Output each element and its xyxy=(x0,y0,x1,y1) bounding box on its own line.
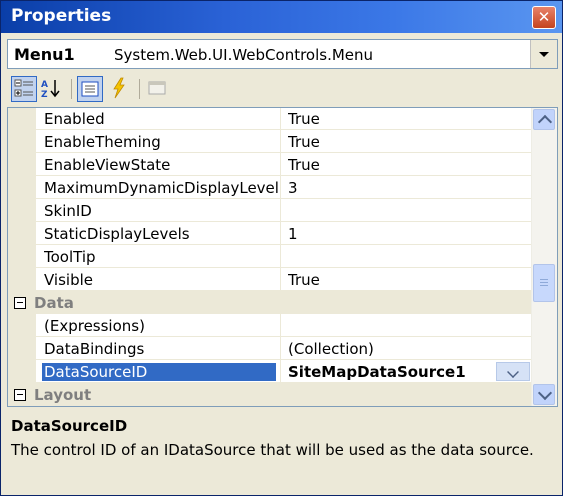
column-divider[interactable] xyxy=(280,360,281,383)
close-icon: ✕ xyxy=(537,8,551,26)
property-row[interactable]: (Expressions) xyxy=(8,314,532,337)
chevron-down-icon xyxy=(537,385,553,401)
categorized-button[interactable] xyxy=(11,76,37,102)
property-value[interactable]: SiteMapDataSource1 xyxy=(288,363,498,381)
properties-button[interactable] xyxy=(77,76,103,102)
properties-icon xyxy=(81,81,99,97)
property-value[interactable]: 1 xyxy=(288,225,498,243)
property-name: Visible xyxy=(44,271,93,289)
property-pages-button[interactable] xyxy=(145,76,171,102)
property-value[interactable]: 3 xyxy=(288,179,498,197)
property-value[interactable]: True xyxy=(288,271,498,289)
property-name: DataBindings xyxy=(44,340,145,358)
column-divider[interactable] xyxy=(280,176,281,199)
row-gutter xyxy=(8,222,36,245)
row-gutter xyxy=(8,245,36,268)
property-name: ToolTip xyxy=(44,248,96,266)
lightning-events-icon xyxy=(113,77,125,99)
category-label: Layout xyxy=(34,386,92,404)
row-gutter xyxy=(8,108,36,130)
title-bar[interactable]: Properties ✕ xyxy=(1,1,562,33)
property-row[interactable]: Enabled True xyxy=(8,108,532,130)
property-row[interactable]: EnableViewState True xyxy=(8,153,532,176)
properties-window: Properties ✕ Menu1 System.Web.UI.WebCont… xyxy=(0,0,563,496)
vertical-scrollbar[interactable] xyxy=(531,108,557,406)
object-type: System.Web.UI.WebControls.Menu xyxy=(114,46,374,64)
categorized-icon xyxy=(14,79,33,97)
property-row[interactable]: SkinID xyxy=(8,199,532,222)
collapse-icon[interactable] xyxy=(14,297,26,309)
column-divider[interactable] xyxy=(280,222,281,245)
scroll-down-button[interactable] xyxy=(533,384,555,405)
scroll-up-button[interactable] xyxy=(533,109,555,130)
column-divider[interactable] xyxy=(280,314,281,337)
toolbar-separator xyxy=(71,79,72,99)
chevron-up-icon xyxy=(537,114,553,130)
row-gutter xyxy=(8,337,36,360)
object-name: Menu1 xyxy=(14,45,75,64)
alphabetical-sort-icon: A Z xyxy=(41,80,60,100)
property-row[interactable]: StaticDisplayLevels 1 xyxy=(8,222,532,245)
column-divider[interactable] xyxy=(280,245,281,268)
property-value[interactable]: True xyxy=(288,110,498,128)
property-row[interactable]: ToolTip xyxy=(8,245,532,268)
column-divider[interactable] xyxy=(280,130,281,153)
property-name: Enabled xyxy=(44,110,105,128)
collapse-icon[interactable] xyxy=(14,389,26,401)
property-pages-icon xyxy=(148,81,166,95)
property-grid: Layout DataSourceID SiteMapDataSource1 Data… xyxy=(7,107,558,407)
property-name: MaximumDynamicDisplayLevels xyxy=(44,179,278,197)
property-value[interactable]: (Collection) xyxy=(288,340,498,358)
property-name: SkinID xyxy=(44,202,92,220)
property-name: DataSourceID xyxy=(42,363,276,381)
toolbar: A Z xyxy=(7,73,558,105)
window-title: Properties xyxy=(11,6,112,26)
row-gutter xyxy=(8,176,36,199)
column-divider[interactable] xyxy=(280,199,281,222)
category-label: Data xyxy=(34,294,74,312)
category-row[interactable]: Layout xyxy=(8,383,532,406)
toolbar-separator xyxy=(139,79,140,99)
scroll-thumb[interactable] xyxy=(533,264,555,302)
object-selector[interactable]: Menu1 System.Web.UI.WebControls.Menu xyxy=(7,39,558,69)
row-gutter xyxy=(8,314,36,337)
svg-text:A: A xyxy=(41,80,48,90)
row-gutter xyxy=(8,199,36,222)
svg-text:Z: Z xyxy=(41,90,48,100)
description-title: DataSourceID xyxy=(11,417,128,435)
column-divider[interactable] xyxy=(280,268,281,291)
property-name: StaticDisplayLevels xyxy=(44,225,190,243)
object-selector-dropdown-button[interactable] xyxy=(530,40,557,68)
property-row[interactable]: DataSourceID SiteMapDataSource1 xyxy=(8,360,532,383)
column-divider[interactable] xyxy=(280,337,281,360)
property-row[interactable]: EnableTheming True xyxy=(8,130,532,153)
column-divider[interactable] xyxy=(280,153,281,176)
property-value[interactable]: True xyxy=(288,156,498,174)
row-gutter xyxy=(8,153,36,176)
value-dropdown-button[interactable] xyxy=(496,362,530,381)
property-name: EnableViewState xyxy=(44,156,171,174)
property-row[interactable]: Visible True xyxy=(8,268,532,291)
property-row[interactable]: DataBindings (Collection) xyxy=(8,337,532,360)
category-row[interactable]: Data xyxy=(8,291,532,314)
description-text: The control ID of an IDataSource that wi… xyxy=(11,441,534,459)
row-gutter xyxy=(8,130,36,153)
property-name: EnableTheming xyxy=(44,133,161,151)
description-panel: DataSourceID The control ID of an IDataS… xyxy=(7,411,558,489)
property-value[interactable]: True xyxy=(288,133,498,151)
property-name: (Expressions) xyxy=(44,317,145,335)
chevron-down-icon xyxy=(539,52,549,57)
events-button[interactable] xyxy=(107,76,133,102)
column-divider[interactable] xyxy=(280,108,281,130)
property-row[interactable]: MaximumDynamicDisplayLevels 3 xyxy=(8,176,532,199)
row-gutter xyxy=(8,360,36,383)
row-gutter xyxy=(8,268,36,291)
chevron-down-icon xyxy=(507,366,519,378)
alphabetical-button[interactable]: A Z xyxy=(39,76,65,102)
close-button[interactable]: ✕ xyxy=(532,6,556,29)
